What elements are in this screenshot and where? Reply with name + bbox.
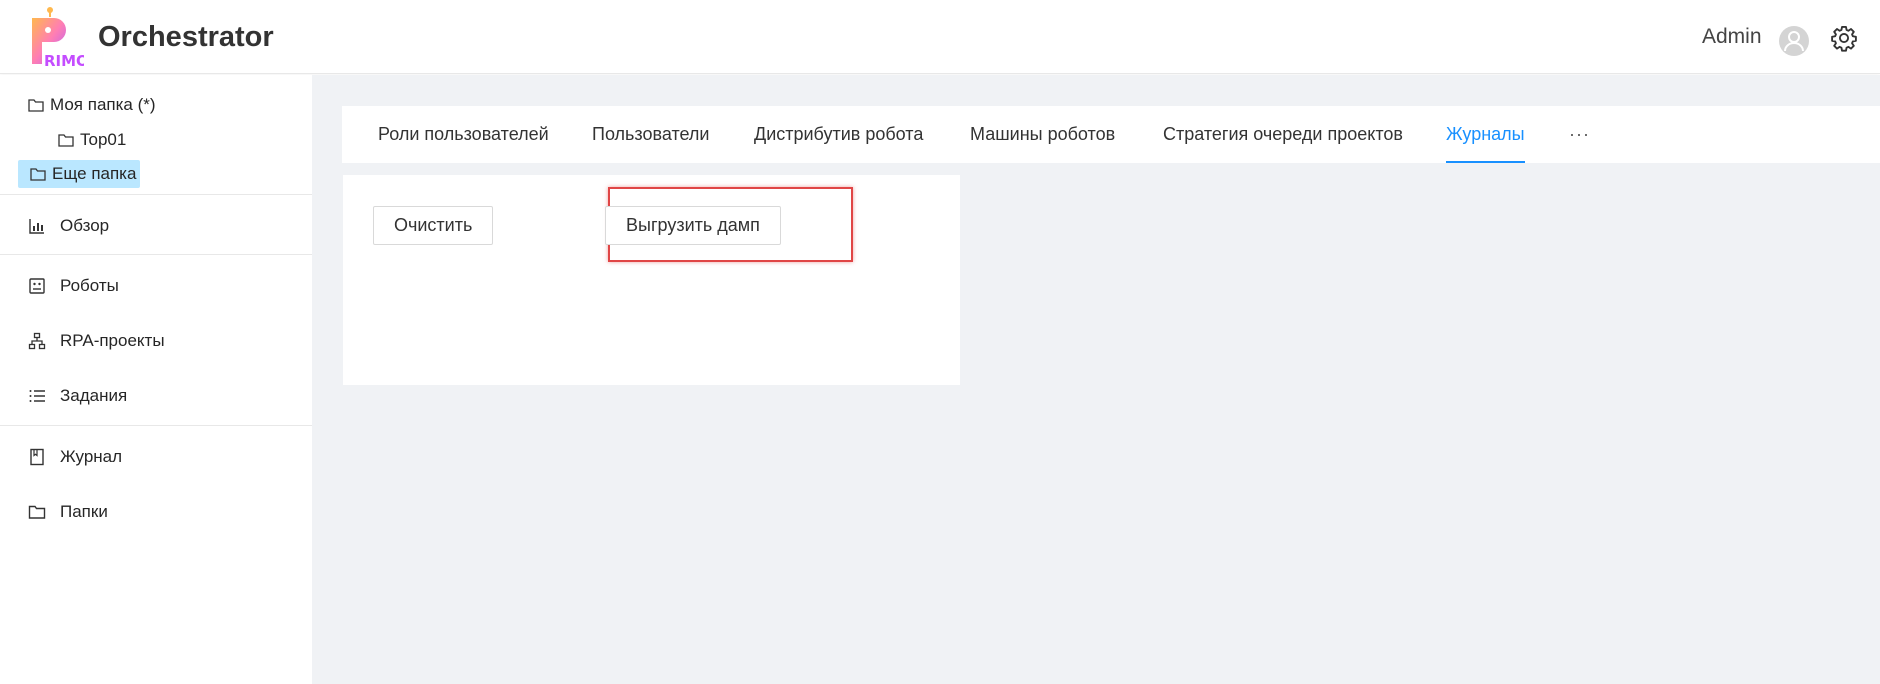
divider	[0, 194, 312, 195]
nav-item-rpa-projects[interactable]: RPA-проекты	[0, 323, 312, 359]
folder-tree-item[interactable]: Top01	[46, 126, 130, 154]
tab-queue-strategy[interactable]: Стратегия очереди проектов	[1163, 106, 1403, 163]
list-icon	[29, 390, 45, 402]
folder-tree-item-selected[interactable]: Еще папка	[18, 160, 141, 188]
svg-text:RIMO: RIMO	[44, 52, 84, 70]
logs-panel: Очистить Выгрузить дамп	[343, 175, 960, 385]
download-dump-button[interactable]: Выгрузить дамп	[605, 206, 781, 245]
settings-tabs: Роли пользователей Пользователи Дистрибу…	[342, 106, 1880, 163]
nav-label: Задания	[60, 386, 128, 405]
top-header: RIMO Orchestrator Admin	[0, 0, 1880, 74]
hierarchy-icon	[28, 332, 46, 350]
nav-item-robots[interactable]: Роботы	[0, 268, 312, 304]
divider	[0, 425, 312, 426]
folder-label: Еще папка	[52, 164, 137, 183]
nav-item-overview[interactable]: Обзор	[0, 208, 312, 244]
nav-label: Обзор	[60, 216, 110, 235]
tab-more-button[interactable]: ···	[1569, 106, 1590, 163]
folder-label: Моя папка (*)	[50, 95, 156, 114]
tab-logs[interactable]: Журналы	[1446, 106, 1525, 163]
folder-label: Top01	[80, 130, 127, 149]
avatar[interactable]	[1779, 26, 1809, 56]
nav-item-tasks[interactable]: Задания	[0, 378, 312, 414]
gear-icon[interactable]	[1830, 24, 1858, 52]
divider	[0, 254, 312, 255]
nav-item-folders[interactable]: Папки	[0, 494, 312, 530]
folder-icon	[28, 505, 46, 519]
main-content: Роли пользователей Пользователи Дистрибу…	[312, 75, 1880, 684]
tab-user-roles[interactable]: Роли пользователей	[378, 106, 549, 163]
robot-icon	[29, 278, 45, 294]
folder-tree-item[interactable]: Моя папка (*)	[16, 91, 160, 119]
primo-logo[interactable]: RIMO	[22, 4, 84, 70]
nav-label: Папки	[60, 502, 108, 521]
tab-robot-distributive[interactable]: Дистрибутив робота	[754, 106, 923, 163]
nav-label: Журнал	[60, 447, 123, 466]
folder-icon	[58, 134, 74, 147]
tab-users[interactable]: Пользователи	[592, 106, 709, 163]
folder-icon	[30, 168, 46, 181]
nav-label: Роботы	[60, 276, 119, 295]
folder-icon	[28, 99, 44, 112]
app-title: Orchestrator	[98, 21, 274, 53]
clear-button[interactable]: Очистить	[373, 206, 494, 245]
sidebar: Моя папка (*) Top01 Еще папка Обзор Робо	[0, 75, 312, 684]
nav-label: RPA-проекты	[60, 331, 165, 350]
user-name[interactable]: Admin	[1702, 25, 1762, 49]
book-icon	[30, 448, 44, 466]
user-icon	[1784, 31, 1804, 52]
nav-item-journal[interactable]: Журнал	[0, 439, 312, 475]
chart-icon	[29, 219, 44, 234]
tab-robot-machines[interactable]: Машины роботов	[970, 106, 1115, 163]
